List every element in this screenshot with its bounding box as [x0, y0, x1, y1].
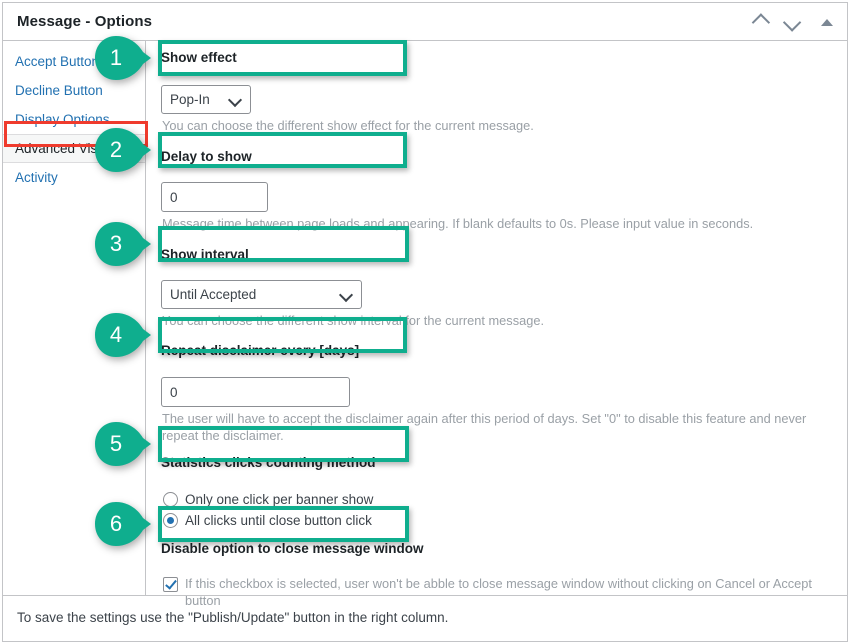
repeat-disclaimer-help: The user will have to accept the disclai…	[162, 411, 807, 443]
move-up-icon[interactable]	[747, 10, 771, 34]
radio-label: All clicks until close button click	[185, 513, 372, 528]
show-interval-label: Show interval	[161, 247, 249, 262]
delay-to-show-label: Delay to show	[161, 149, 252, 164]
show-interval-select[interactable]: Until Accepted	[161, 280, 362, 309]
panel-footer: To save the settings use the "Publish/Up…	[3, 595, 847, 641]
checkbox-icon-checked[interactable]	[163, 577, 178, 592]
move-down-icon[interactable]	[781, 10, 805, 34]
show-interval-select-wrap: Until Accepted	[161, 280, 362, 309]
toggle-panel-icon[interactable]	[815, 10, 839, 34]
show-effect-select[interactable]: Pop-In	[161, 85, 251, 114]
radio-icon-selected[interactable]	[163, 513, 178, 528]
sidebar-item-decline-button[interactable]: Decline Button	[3, 76, 145, 105]
show-effect-help: You can choose the different show effect…	[162, 118, 534, 133]
settings-content: Show effect Pop-In You can choose the di…	[147, 41, 847, 608]
repeat-disclaimer-input[interactable]	[161, 377, 350, 407]
show-effect-select-wrap: Pop-In	[161, 85, 251, 114]
statistics-clicks-label: Statistics clicks counting method	[161, 455, 376, 470]
delay-to-show-help: Message time between page loads and appe…	[162, 216, 754, 231]
show-interval-help: You can choose the different show interv…	[162, 313, 545, 328]
sidebar-item-activity[interactable]: Activity	[3, 163, 145, 192]
panel-header-actions	[747, 3, 839, 41]
repeat-disclaimer-label: Repeat disclaimer every [days]	[161, 343, 360, 358]
page-title: Message - Options	[17, 13, 153, 30]
sidebar-item-advanced-visual[interactable]: Advanced Visual	[3, 134, 145, 163]
radio-option-all-clicks[interactable]: All clicks until close button click	[163, 510, 835, 531]
radio-label: Only one click per banner show	[185, 492, 374, 507]
sidebar: Accept Button Decline Button Display Opt…	[3, 41, 146, 595]
radio-option-one-click[interactable]: Only one click per banner show	[163, 489, 835, 510]
panel-header: Message - Options	[3, 3, 847, 41]
delay-to-show-input[interactable]	[161, 182, 268, 212]
footer-hint-text: To save the settings use the "Publish/Up…	[17, 610, 449, 625]
show-effect-label: Show effect	[161, 50, 237, 65]
panel-body: Accept Button Decline Button Display Opt…	[3, 41, 847, 608]
disable-close-label: Disable option to close message window	[161, 541, 424, 556]
radio-icon[interactable]	[163, 492, 178, 507]
sidebar-item-display-options[interactable]: Display Options	[3, 105, 145, 134]
sidebar-item-accept-button[interactable]: Accept Button	[3, 47, 145, 76]
message-options-panel: Message - Options Accept Button Decline …	[2, 2, 848, 642]
screenshot-root: Message - Options Accept Button Decline …	[0, 0, 850, 644]
